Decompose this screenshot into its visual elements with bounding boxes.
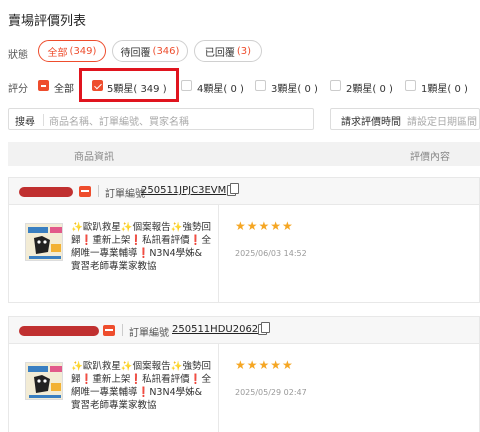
table-header: 商品資訊 評價內容: [8, 142, 480, 166]
buyer-avatar-redacted[interactable]: [19, 187, 73, 197]
pill-label: 待回覆: [120, 47, 151, 59]
page-title: 賣場評價列表: [8, 14, 87, 29]
col-product-header: 商品資訊: [74, 152, 114, 163]
copy-icon[interactable]: [258, 322, 270, 335]
date-range-label: 請求評價時間: [341, 117, 401, 128]
search-divider: [43, 114, 44, 126]
status-pill-replied[interactable]: 已回覆 (3): [194, 40, 262, 62]
order-number-label: 訂單編號: [129, 328, 169, 339]
divider: [98, 185, 99, 197]
product-name[interactable]: ✨歐趴救星✨個案報告✨強勢回歸❗重新上架❗私訊看評價❗全網唯一專業輔導❗N3N4…: [71, 360, 211, 412]
col-review-header: 評價內容: [410, 152, 450, 163]
rating-stars: ★★★★★: [235, 358, 294, 372]
order-body: ✨歐趴救星✨個案報告✨強勢回歸❗重新上架❗私訊看評價❗全網唯一專業輔導❗N3N4…: [8, 205, 480, 303]
pill-label: 已回覆: [204, 47, 235, 59]
search-label: 搜尋: [15, 117, 35, 128]
status-pill-pending[interactable]: 待回覆 (346): [112, 40, 188, 62]
product-thumbnail[interactable]: [25, 362, 63, 400]
date-range-input[interactable]: 請求評價時間 請設定日期區間: [330, 108, 480, 130]
order-header: 訂單編號 250511HDU2062X: [8, 316, 480, 344]
rating-label: 評分: [8, 84, 28, 95]
rating-all-label: 全部: [54, 84, 74, 95]
divider: [122, 324, 123, 336]
rating-5-checkbox[interactable]: [92, 80, 103, 91]
chat-icon[interactable]: [103, 325, 115, 336]
pill-count: (3): [236, 45, 252, 57]
status-label: 狀態: [8, 50, 28, 61]
chat-icon[interactable]: [79, 186, 91, 197]
search-input[interactable]: 搜尋 商品名稱、訂單編號、買家名稱: [8, 108, 314, 130]
rating-5-label: 5顆星( 349 ): [107, 84, 167, 95]
rating-stars: ★★★★★: [235, 219, 294, 233]
review-date: 2025/05/29 02:47: [235, 388, 307, 397]
rating-2-label: 2顆星( 0 ): [346, 84, 393, 95]
rating-1-checkbox[interactable]: [405, 80, 416, 91]
product-thumbnail-image: [26, 363, 62, 399]
column-divider: [218, 205, 219, 302]
order-header: 訂單編號 250511JPJC3EVM: [8, 177, 480, 205]
rating-4-checkbox[interactable]: [181, 80, 192, 91]
rating-3-label: 3顆星( 0 ): [271, 84, 318, 95]
order-number-link[interactable]: 250511HDU2062X: [172, 324, 265, 335]
product-thumbnail-image: [26, 224, 62, 260]
pill-count: (349): [69, 45, 97, 57]
order-number-link[interactable]: 250511JPJC3EVM: [141, 185, 226, 196]
column-divider: [218, 344, 219, 432]
date-range-placeholder: 請設定日期區間: [407, 117, 477, 128]
rating-4-label: 4顆星( 0 ): [197, 84, 244, 95]
review-date: 2025/06/03 14:52: [235, 249, 307, 258]
rating-3-checkbox[interactable]: [255, 80, 266, 91]
product-thumbnail[interactable]: [25, 223, 63, 261]
rating-all-checkbox[interactable]: [38, 80, 49, 91]
buyer-avatar-redacted[interactable]: [19, 326, 99, 336]
status-pill-all[interactable]: 全部 (349): [38, 40, 106, 62]
order-body: ✨歐趴救星✨個案報告✨強勢回歸❗重新上架❗私訊看評價❗全網唯一專業輔導❗N3N4…: [8, 344, 480, 432]
copy-icon[interactable]: [227, 183, 239, 196]
product-name[interactable]: ✨歐趴救星✨個案報告✨強勢回歸❗重新上架❗私訊看評價❗全網唯一專業輔導❗N3N4…: [71, 221, 211, 273]
pill-label: 全部: [47, 47, 68, 59]
search-placeholder: 商品名稱、訂單編號、買家名稱: [49, 117, 189, 128]
rating-1-label: 1顆星( 0 ): [421, 84, 468, 95]
rating-2-checkbox[interactable]: [330, 80, 341, 91]
order-number-label: 訂單編號: [105, 189, 145, 200]
pill-count: (346): [152, 45, 180, 57]
